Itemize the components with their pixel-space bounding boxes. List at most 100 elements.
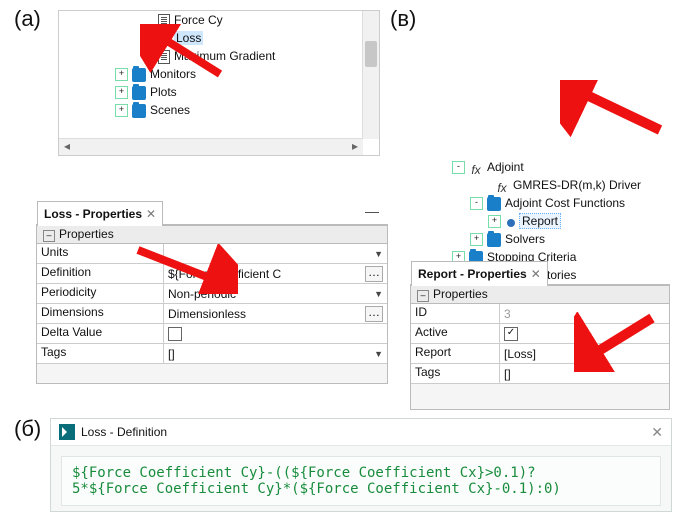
property-key: ID xyxy=(411,304,500,323)
folder-icon xyxy=(487,233,501,247)
close-icon[interactable]: ✕ xyxy=(146,207,156,221)
property-row[interactable]: PeriodicityNon-periodic▼ xyxy=(37,284,387,304)
definition-code[interactable]: ${Force Coefficient Cy}-((${Force Coeffi… xyxy=(61,456,661,506)
property-value[interactable]: [Loss] xyxy=(500,344,669,363)
property-key: Active xyxy=(411,324,500,343)
panel-tab-loss[interactable]: Loss - Properties ✕ xyxy=(37,201,163,226)
property-key: Delta Value xyxy=(37,324,164,343)
tree-toggle[interactable]: - xyxy=(470,197,483,210)
tree-item[interactable]: Force Cy xyxy=(59,11,379,29)
ellipsis-button[interactable]: … xyxy=(365,306,383,322)
tree-item-label: Force Cy xyxy=(174,13,223,27)
tree-item-label: Adjoint Cost Functions xyxy=(505,196,625,210)
properties-header[interactable]: –Properties xyxy=(37,225,387,244)
app-logo-icon xyxy=(59,424,75,440)
folder-icon xyxy=(132,86,146,100)
doc-icon xyxy=(158,14,170,28)
property-row[interactable]: ID3 xyxy=(411,304,669,324)
bullet-icon xyxy=(507,219,515,227)
scrollbar-vertical[interactable] xyxy=(362,11,379,139)
tree-item[interactable]: Loss xyxy=(59,29,379,47)
fx-icon: fx xyxy=(495,179,509,193)
property-row[interactable]: Report[Loss] xyxy=(411,344,669,364)
tree-item[interactable]: + Report xyxy=(414,212,672,230)
minimize-button[interactable]: — xyxy=(365,203,379,219)
tree-item-label: Adjoint xyxy=(487,160,524,174)
dropdown-icon[interactable]: ▼ xyxy=(374,349,383,359)
property-key: Periodicity xyxy=(37,284,164,303)
property-value[interactable]: 3 xyxy=(500,304,669,323)
property-row[interactable]: Tags[] xyxy=(411,364,669,384)
tree-item[interactable]: + Solvers xyxy=(414,230,672,248)
tree-a[interactable]: Force Cy Loss Maximum Gradient + Monitors +Pl… xyxy=(58,10,380,156)
checkbox[interactable] xyxy=(168,327,182,341)
section-label-c: (в) xyxy=(390,6,416,32)
property-key: Definition xyxy=(37,264,164,283)
tree-item[interactable]: fx GMRES-DR(m,k) Driver xyxy=(414,176,672,194)
property-value[interactable] xyxy=(164,324,387,343)
tree-toggle[interactable]: + xyxy=(488,215,501,228)
scroll-right-icon[interactable]: ▸ xyxy=(347,139,363,155)
property-key: Report xyxy=(411,344,500,363)
tree-item-label: Solvers xyxy=(505,232,545,246)
property-value[interactable]: [] xyxy=(500,364,669,383)
tree-item[interactable]: + Scenes xyxy=(59,101,379,119)
panel-title: Loss - Properties xyxy=(44,207,142,221)
fx-icon: fx xyxy=(469,161,483,175)
checkbox[interactable]: ✓ xyxy=(504,327,518,341)
tree-toggle[interactable]: + xyxy=(115,86,128,99)
tree-toggle[interactable]: + xyxy=(115,68,128,81)
panel-tab-report[interactable]: Report - Properties✕ xyxy=(411,261,548,286)
section-label-a: (а) xyxy=(14,6,41,32)
property-row[interactable]: Units ▼ xyxy=(37,244,387,264)
property-key: Dimensions xyxy=(37,304,164,323)
loss-definition-window: Loss - Definition ✕ ${Force Coefficient … xyxy=(50,418,672,512)
report-properties-panel: Report - Properties✕ –Properties ID3Acti… xyxy=(410,284,670,410)
tree-item-label: Maximum Gradient xyxy=(174,49,275,63)
tree-item-label: Monitors xyxy=(150,67,196,81)
property-value[interactable]: ${Force Coefficient C… xyxy=(164,264,387,283)
property-value[interactable]: ✓ xyxy=(500,324,669,343)
loss-properties-panel: Loss - Properties✕ — –Properties Units▼D… xyxy=(36,224,388,384)
property-row[interactable]: Tags[]▼ xyxy=(37,344,387,364)
titlebar[interactable]: Loss - Definition ✕ xyxy=(51,419,671,446)
tree-item[interactable]: +Plots xyxy=(59,83,379,101)
property-value[interactable]: ▼ xyxy=(164,244,387,263)
tree-item-label: Loss xyxy=(174,31,203,45)
property-row[interactable]: Active ✓ xyxy=(411,324,669,344)
close-icon[interactable]: ✕ xyxy=(531,267,541,281)
window-title: Loss - Definition xyxy=(81,425,167,439)
scrollbar-horizontal[interactable]: ◂ ▸ xyxy=(59,138,363,155)
folder-icon xyxy=(132,104,146,118)
dropdown-icon[interactable]: ▼ xyxy=(374,249,383,259)
folder-icon xyxy=(487,197,501,211)
tree-item-label: Scenes xyxy=(150,103,190,117)
close-icon[interactable]: ✕ xyxy=(651,424,663,441)
property-value[interactable]: Non-periodic▼ xyxy=(164,284,387,303)
tree-toggle[interactable]: + xyxy=(115,104,128,117)
ellipsis-button[interactable]: … xyxy=(365,266,383,282)
tree-toggle[interactable]: - xyxy=(452,161,465,174)
arrow-callout-icon xyxy=(560,80,670,140)
property-key: Units xyxy=(37,244,164,263)
section-label-b: (б) xyxy=(14,416,41,442)
property-row[interactable]: Delta Value xyxy=(37,324,387,344)
tree-item[interactable]: - Adjoint Cost Functions xyxy=(414,194,672,212)
doc-icon xyxy=(158,32,170,46)
tree-toggle[interactable]: + xyxy=(470,233,483,246)
tree-item[interactable]: + Monitors xyxy=(59,65,379,83)
tree-item[interactable]: -fx Adjoint xyxy=(414,158,672,176)
scroll-left-icon[interactable]: ◂ xyxy=(59,139,75,155)
property-row[interactable]: DimensionsDimensionless… xyxy=(37,304,387,324)
tree-item[interactable]: Maximum Gradient xyxy=(59,47,379,65)
tree-item-label: Report xyxy=(519,213,561,229)
dropdown-icon[interactable]: ▼ xyxy=(374,289,383,299)
property-row[interactable]: Definition${Force Coefficient C… xyxy=(37,264,387,284)
property-key: Tags xyxy=(411,364,500,383)
properties-header[interactable]: –Properties xyxy=(411,285,669,304)
doc-icon xyxy=(158,50,170,64)
property-value[interactable]: Dimensionless… xyxy=(164,304,387,323)
property-key: Tags xyxy=(37,344,164,363)
property-value[interactable]: []▼ xyxy=(164,344,387,363)
tree-item-label: GMRES-DR(m,k) Driver xyxy=(513,178,641,192)
